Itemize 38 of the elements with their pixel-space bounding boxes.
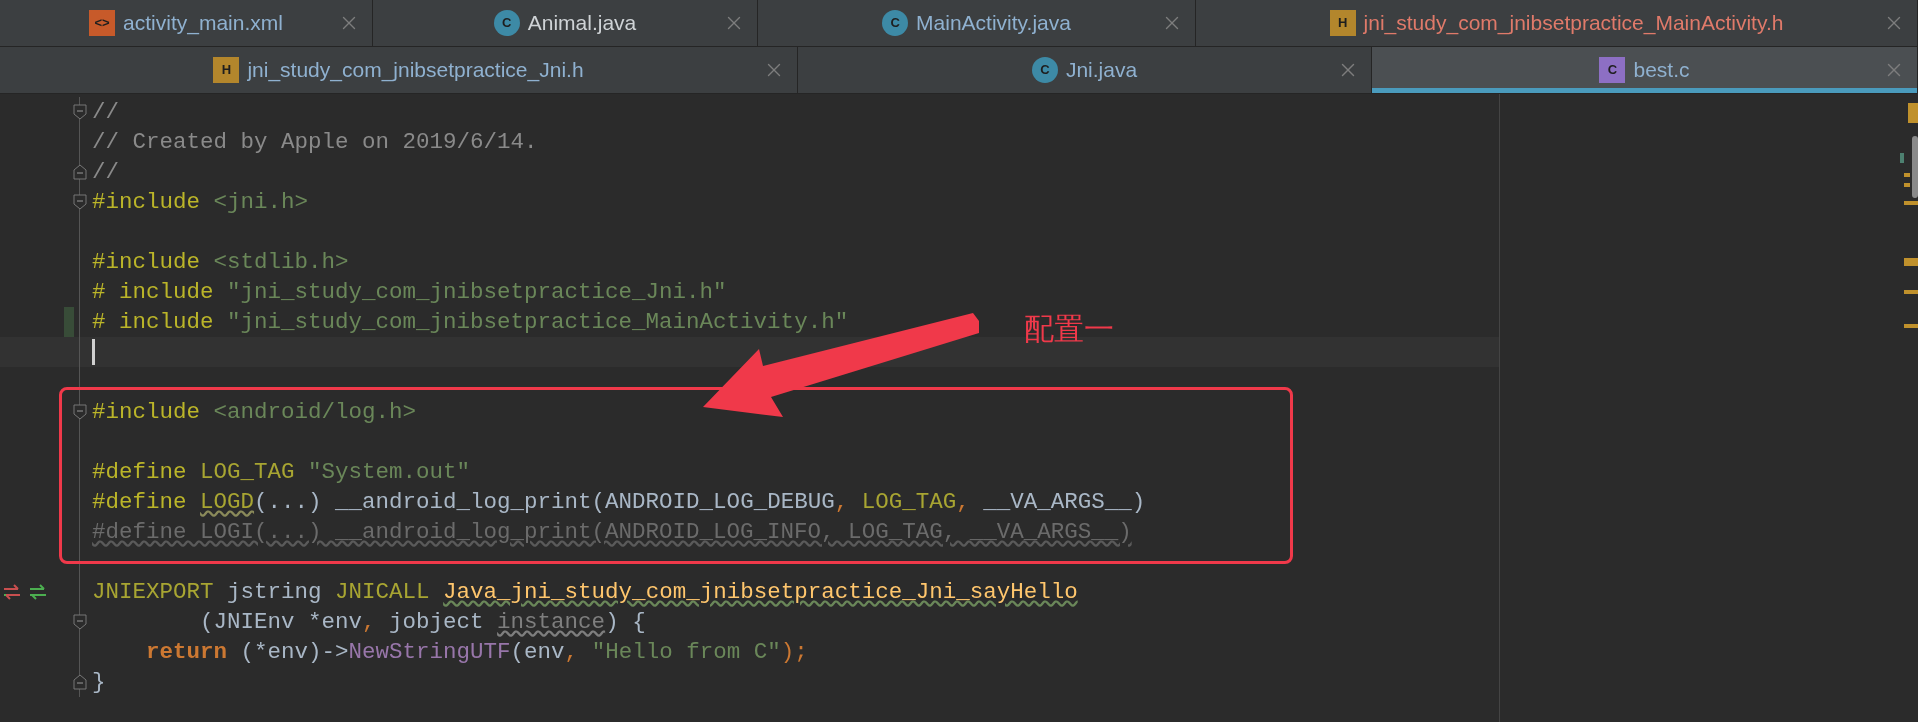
code-line: // — [92, 158, 119, 187]
code-line: #include <jni.h> — [92, 188, 309, 217]
code-line: // Created by Apple on 2019/6/14. — [92, 128, 538, 157]
editor-tab[interactable]: C Jni.java — [798, 47, 1372, 94]
fold-icon[interactable] — [73, 104, 87, 120]
annotation-label: 配置一 — [1024, 311, 1114, 347]
code-line: #include <stdlib.h> — [92, 248, 349, 277]
fold-icon[interactable] — [73, 404, 87, 420]
fold-icon[interactable] — [73, 614, 87, 630]
text-cursor — [92, 339, 95, 365]
editor-tab[interactable]: <> activity_main.xml — [0, 0, 373, 47]
editor-tab[interactable]: H jni_study_com_jnibsetpractice_MainActivity.h — [1196, 0, 1918, 47]
code-line: #include <android/log.h> — [92, 398, 417, 427]
fold-icon[interactable] — [73, 164, 87, 180]
editor-tab[interactable]: C Animal.java — [373, 0, 758, 47]
editor-tab[interactable]: C best.c — [1372, 47, 1918, 94]
fold-icon[interactable] — [73, 674, 87, 690]
editor-tab[interactable]: H jni_study_com_jnibsetpractice_Jni.h — [0, 47, 798, 94]
fold-icon[interactable] — [73, 194, 87, 210]
file-type-icon: C — [493, 10, 520, 36]
file-type-icon: C — [1031, 57, 1058, 83]
code-line: #define LOGI(...) __android_log_print(ANDROID_LOG_INFO, LOG_TAG, __VA_ARGS__) — [92, 518, 1132, 547]
code-line: // — [92, 98, 119, 127]
code-line: JNIEXPORT jstring JNICALL Java_jni_study_com_jnibsetpractice_Jni_sayHello — [92, 578, 1078, 607]
code-line: #define LOG_TAG "System.out" — [92, 458, 471, 487]
file-type-icon: <> — [89, 10, 116, 36]
file-type-icon: C — [1599, 57, 1626, 83]
code-line: # include "jni_study_com_jnibsetpractice_MainActivity.h" — [92, 308, 849, 337]
file-type-icon: H — [1329, 10, 1356, 36]
arrows-icon[interactable] — [2, 584, 48, 600]
code-line: # include "jni_study_com_jnibsetpractice_Jni.h" — [92, 278, 727, 307]
file-type-icon: C — [882, 10, 909, 36]
editor-tab[interactable]: C MainActivity.java — [758, 0, 1196, 47]
code-line: } — [92, 668, 106, 697]
code-line: (JNIEnv *env, jobject instance) { — [199, 608, 646, 637]
code-line: return (*env)->NewStringUTF(env, "Hello from C"); — [145, 638, 808, 667]
code-line: #define LOGD(...) __android_log_print(ANDROID_LOG_DEBUG, LOG_TAG, __VA_ARGS__) — [92, 488, 1146, 517]
file-type-icon: H — [213, 57, 240, 83]
